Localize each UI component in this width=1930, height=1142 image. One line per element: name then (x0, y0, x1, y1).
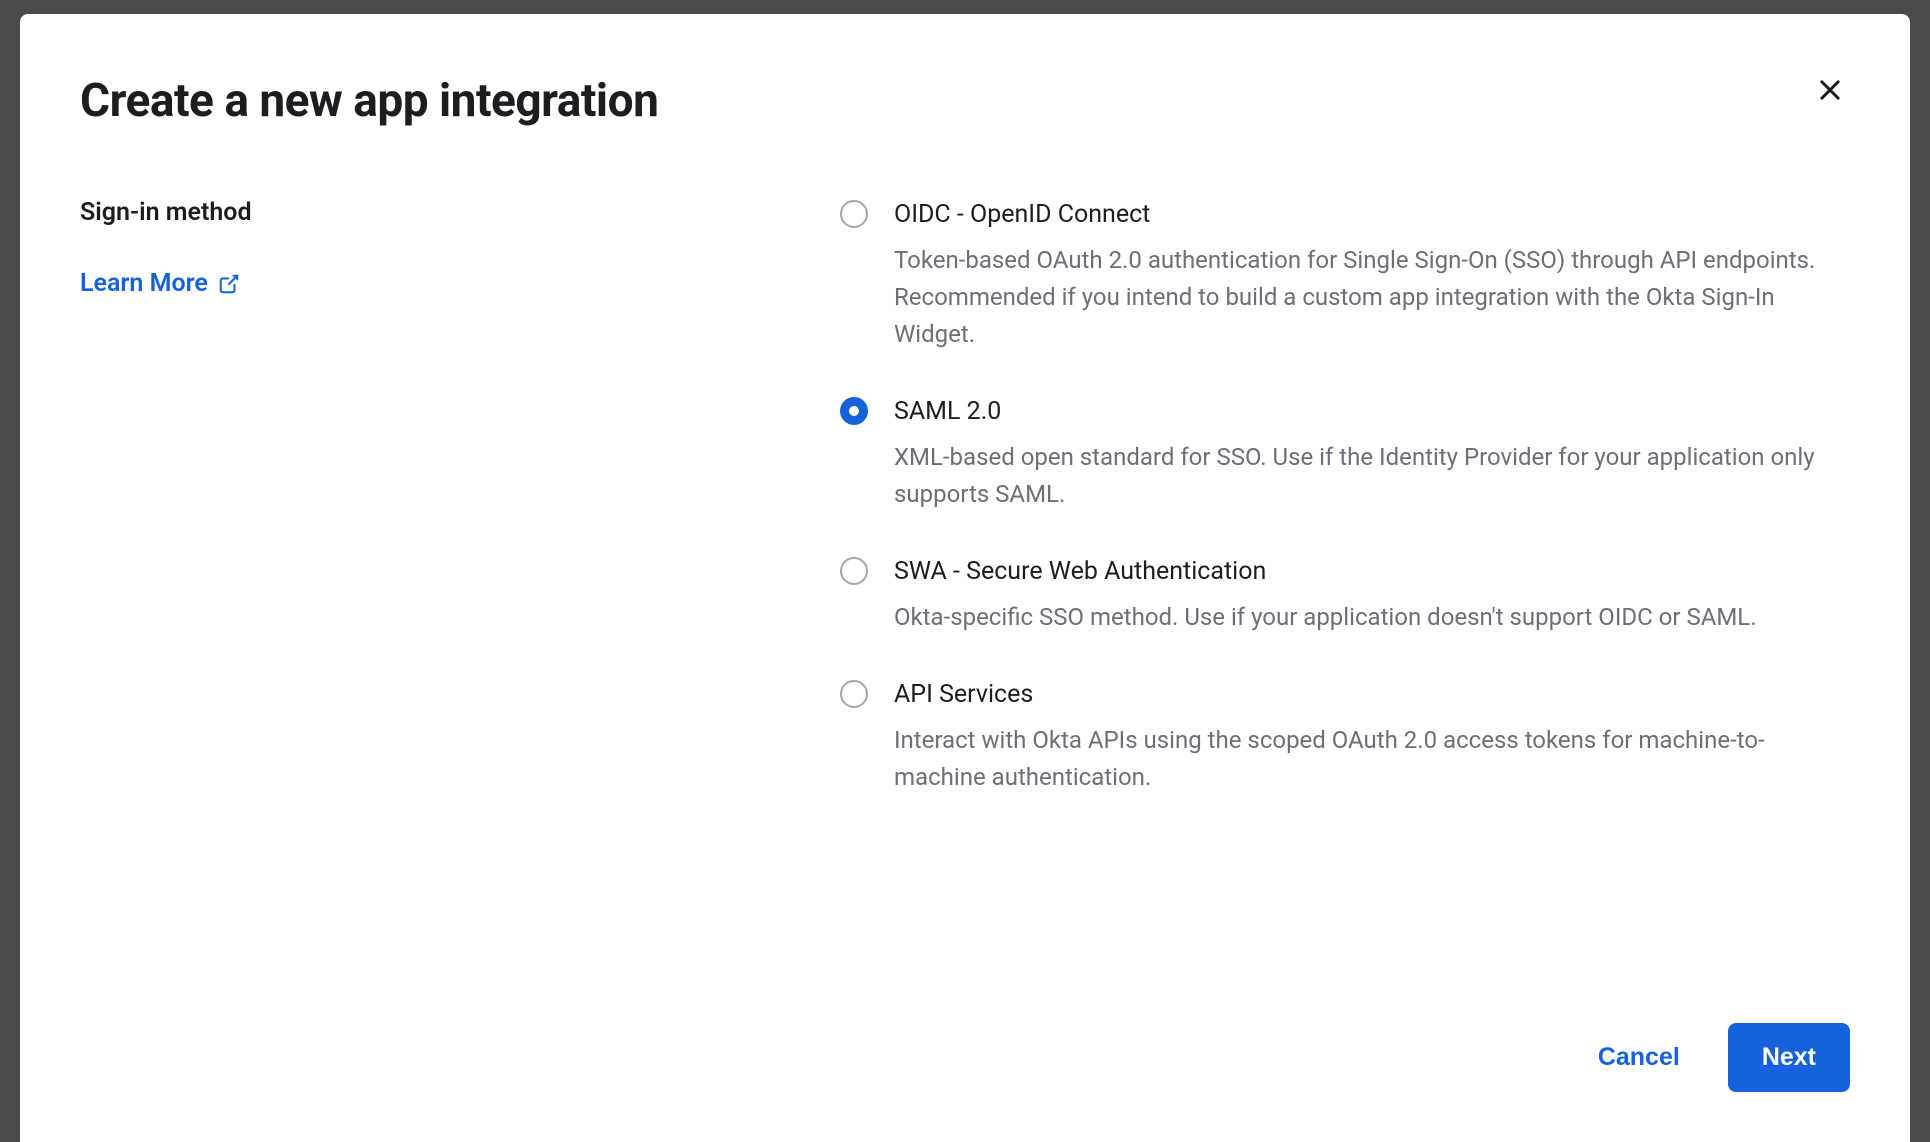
radio-option-swa[interactable]: SWA - Secure Web Authentication Okta-spe… (840, 555, 1850, 636)
modal-content: Sign-in method Learn More OIDC - OpenID … (80, 198, 1850, 983)
cancel-button[interactable]: Cancel (1590, 1027, 1688, 1088)
radio-option-oidc[interactable]: OIDC - OpenID Connect Token-based OAuth … (840, 198, 1850, 353)
radio-title: OIDC - OpenID Connect (894, 198, 1850, 232)
radio-text: SAML 2.0 XML-based open standard for SSO… (894, 395, 1850, 513)
radio-group-sign-in-method: OIDC - OpenID Connect Token-based OAuth … (840, 198, 1850, 983)
radio-text: SWA - Secure Web Authentication Okta-spe… (894, 555, 1850, 636)
radio-title: API Services (894, 678, 1850, 712)
external-link-icon (218, 273, 240, 295)
learn-more-link[interactable]: Learn More (80, 269, 240, 298)
radio-text: OIDC - OpenID Connect Token-based OAuth … (894, 198, 1850, 353)
radio-text: API Services Interact with Okta APIs usi… (894, 678, 1850, 796)
radio-option-api-services[interactable]: API Services Interact with Okta APIs usi… (840, 678, 1850, 796)
modal-footer: Cancel Next (80, 983, 1850, 1092)
radio-indicator (840, 200, 868, 228)
modal-title: Create a new app integration (80, 74, 1850, 128)
radio-description: XML-based open standard for SSO. Use if … (894, 439, 1850, 513)
left-column: Sign-in method Learn More (80, 198, 800, 983)
close-button[interactable] (1810, 70, 1850, 110)
create-app-integration-modal: Create a new app integration Sign-in met… (20, 14, 1910, 1142)
radio-title: SWA - Secure Web Authentication (894, 555, 1850, 589)
radio-indicator (840, 397, 868, 425)
radio-description: Token-based OAuth 2.0 authentication for… (894, 242, 1850, 354)
radio-indicator (840, 680, 868, 708)
radio-option-saml[interactable]: SAML 2.0 XML-based open standard for SSO… (840, 395, 1850, 513)
sign-in-method-label: Sign-in method (80, 198, 800, 227)
learn-more-text: Learn More (80, 269, 208, 298)
radio-title: SAML 2.0 (894, 395, 1850, 429)
radio-indicator (840, 557, 868, 585)
close-icon (1816, 76, 1844, 104)
radio-description: Interact with Okta APIs using the scoped… (894, 722, 1850, 796)
radio-description: Okta-specific SSO method. Use if your ap… (894, 599, 1850, 636)
next-button[interactable]: Next (1728, 1023, 1850, 1092)
